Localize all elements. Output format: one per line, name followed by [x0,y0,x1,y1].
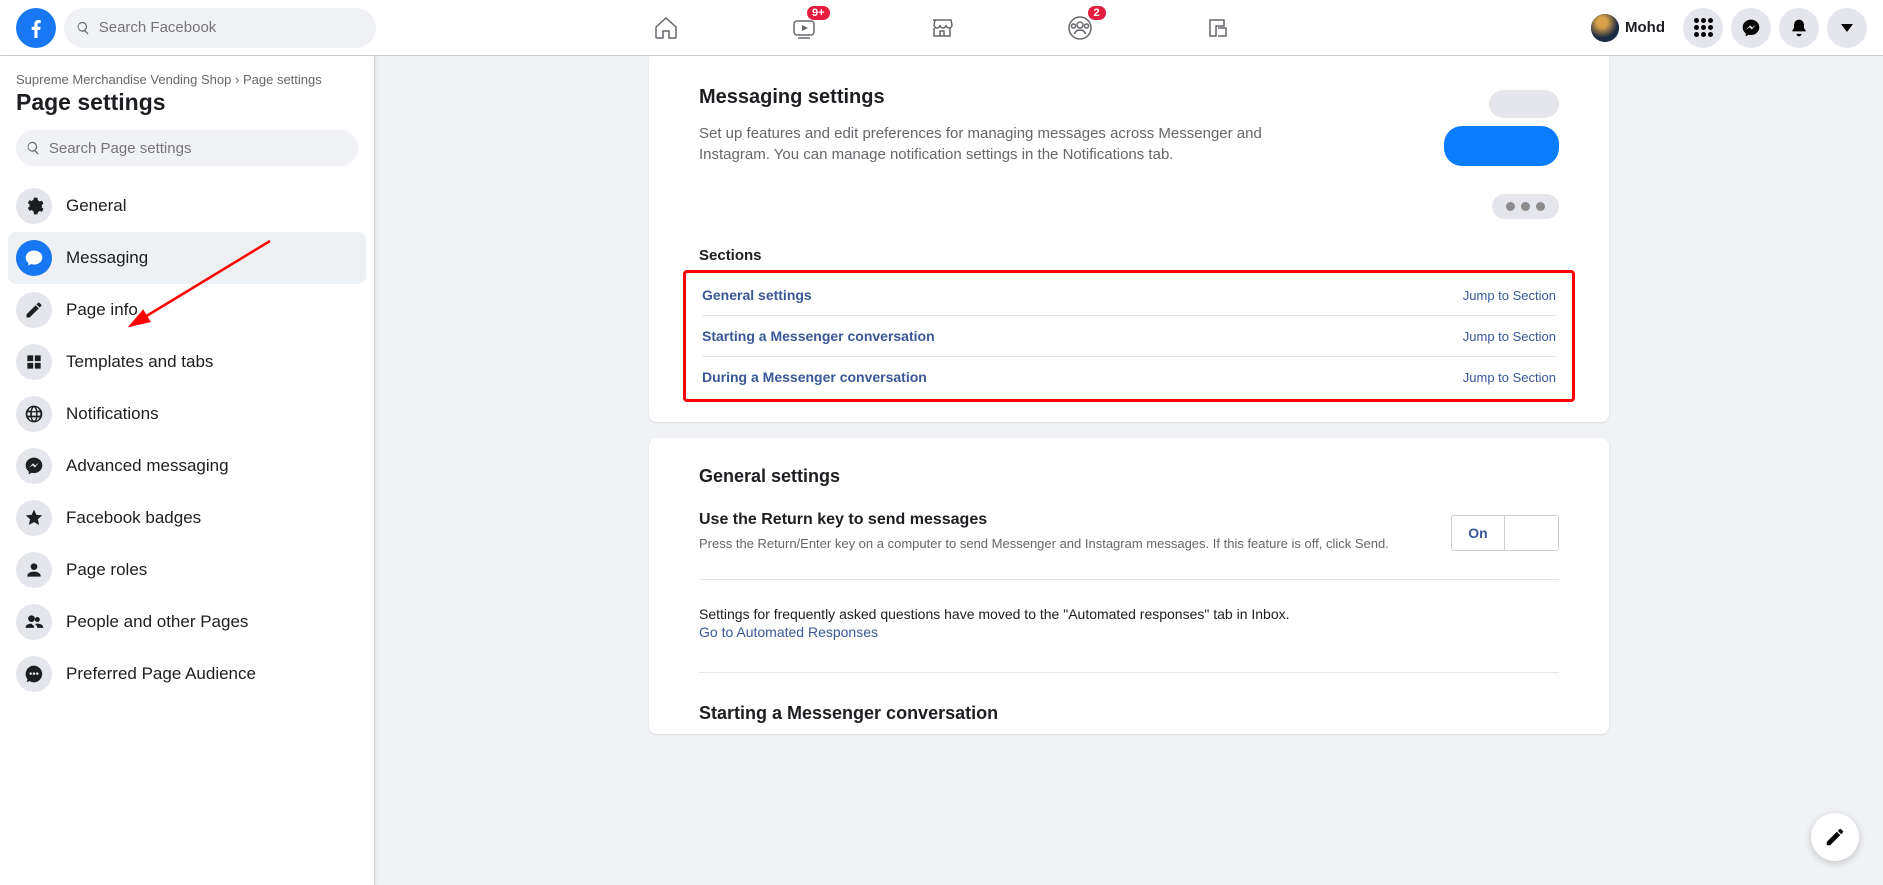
toggle-on[interactable]: On [1452,516,1505,550]
page-title: Page settings [8,87,366,126]
global-search-input[interactable] [99,19,364,36]
nav-groups[interactable]: 2 [1056,4,1104,52]
compose-button[interactable] [1811,813,1859,861]
facebook-logo[interactable] [16,8,56,48]
sidebar-item-label: Templates and tabs [66,352,213,372]
home-icon [652,14,680,42]
messaging-title: Messaging settings [699,86,1329,109]
pencil-icon [16,292,52,328]
setting-desc: Press the Return/Enter key on a computer… [699,535,1389,553]
main-content: Messaging settings Set up features and e… [375,56,1883,885]
sidebar-item-label: Notifications [66,404,159,424]
nav-watch[interactable]: 9+ [780,4,828,52]
bell-icon [1789,18,1809,38]
faq-note: Settings for frequently asked questions … [699,606,1559,622]
breadcrumb: Supreme Merchandise Vending Shop › Page … [8,72,366,87]
sidebar-item-label: Facebook badges [66,508,201,528]
search-settings[interactable] [16,130,358,166]
menu-button[interactable] [1683,8,1723,48]
return-key-toggle[interactable]: On [1451,515,1559,551]
jump-link: Jump to Section [1463,370,1556,385]
avatar [1591,14,1619,42]
sidebar-item-messaging[interactable]: Messaging [8,232,366,284]
sidebar-item-notifications[interactable]: Notifications [8,388,366,440]
section-link-starting[interactable]: Starting a Messenger conversation Jump t… [702,316,1556,357]
messaging-description: Set up features and edit preferences for… [699,123,1329,165]
messaging-settings-card: Messaging settings Set up features and e… [649,56,1609,422]
jump-link: Jump to Section [1463,329,1556,344]
notifications-button[interactable] [1779,8,1819,48]
star-icon [16,500,52,536]
settings-sidebar: Supreme Merchandise Vending Shop › Page … [0,56,375,885]
breadcrumb-current: Page settings [243,72,322,87]
marketplace-icon [928,14,956,42]
nav-gaming[interactable] [1194,4,1242,52]
gear-icon [16,188,52,224]
sidebar-item-people-pages[interactable]: People and other Pages [8,596,366,648]
sidebar-item-label: People and other Pages [66,612,248,632]
groups-badge: 2 [1088,6,1106,20]
sidebar-item-page-roles[interactable]: Page roles [8,544,366,596]
edit-icon [1824,826,1846,848]
messaging-illustration [1369,86,1559,219]
grid-icon [1694,18,1713,37]
sections-list-highlight: General settings Jump to Section Startin… [683,270,1575,402]
search-settings-input[interactable] [49,140,348,157]
audience-icon [16,656,52,692]
gaming-icon [1204,14,1232,42]
faq-moved-block: Settings for frequently asked questions … [699,606,1559,673]
top-nav: 9+ 2 [642,4,1242,52]
messenger-button[interactable] [1731,8,1771,48]
automated-responses-link[interactable]: Go to Automated Responses [699,624,878,640]
top-header: 9+ 2 Mohd [0,0,1883,56]
sidebar-item-advanced-messaging[interactable]: Advanced messaging [8,440,366,492]
profile-button[interactable]: Mohd [1587,11,1675,45]
sections-heading: Sections [699,247,1559,264]
globe-icon [16,396,52,432]
sidebar-item-templates[interactable]: Templates and tabs [8,336,366,388]
sidebar-item-label: Preferred Page Audience [66,664,256,684]
profile-name: Mohd [1625,19,1665,36]
search-icon [76,20,91,36]
sidebar-item-label: General [66,196,126,216]
general-settings-card: General settings Use the Return key to s… [649,438,1609,734]
sidebar-item-page-info[interactable]: Page info [8,284,366,336]
templates-icon [16,344,52,380]
toggle-off[interactable] [1505,516,1558,550]
chat-icon [16,240,52,276]
breadcrumb-page-link[interactable]: Supreme Merchandise Vending Shop [16,72,231,87]
section-link-during[interactable]: During a Messenger conversation Jump to … [702,357,1556,397]
jump-link: Jump to Section [1463,288,1556,303]
sidebar-item-label: Page info [66,300,138,320]
messenger-icon [16,448,52,484]
watch-badge: 9+ [807,6,830,20]
global-search[interactable] [64,8,376,48]
sidebar-item-preferred-audience[interactable]: Preferred Page Audience [8,648,366,700]
section-label: Starting a Messenger conversation [702,328,935,344]
sidebar-item-label: Advanced messaging [66,456,229,476]
account-dropdown-button[interactable] [1827,8,1867,48]
sidebar-item-general[interactable]: General [8,180,366,232]
search-icon [26,140,41,156]
nav-marketplace[interactable] [918,4,966,52]
section-link-general[interactable]: General settings Jump to Section [702,275,1556,316]
starting-conversation-heading: Starting a Messenger conversation [699,703,1559,724]
sidebar-item-label: Page roles [66,560,147,580]
sidebar-item-label: Messaging [66,248,148,268]
section-label: During a Messenger conversation [702,369,927,385]
section-label: General settings [702,287,812,303]
setting-title: Use the Return key to send messages [699,511,1389,529]
person-icon [16,552,52,588]
sidebar-item-badges[interactable]: Facebook badges [8,492,366,544]
return-key-setting: Use the Return key to send messages Pres… [699,511,1559,580]
people-icon [16,604,52,640]
nav-home[interactable] [642,4,690,52]
general-settings-heading: General settings [699,466,1559,487]
chevron-down-icon [1841,24,1853,32]
messenger-icon [1741,18,1761,38]
